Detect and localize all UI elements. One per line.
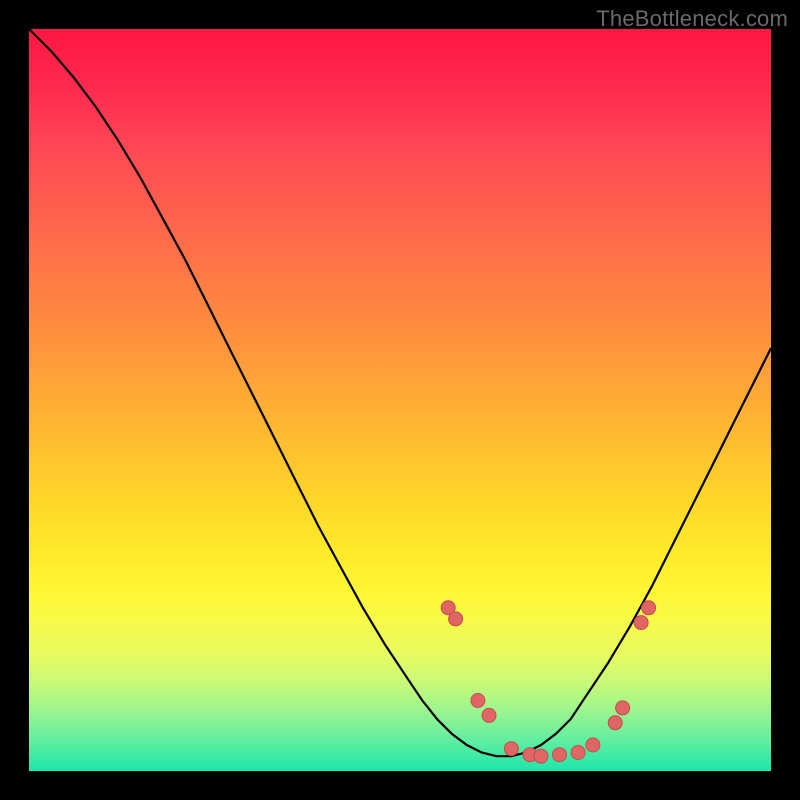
marker-dot [471,694,485,708]
bottleneck-curve [29,29,771,756]
marker-dot [534,749,548,763]
marker-dot [449,612,463,626]
marker-dot [586,738,600,752]
chart-frame: TheBottleneck.com [0,0,800,800]
marker-dot [616,701,630,715]
marker-dot [642,601,656,615]
marker-dot [553,748,567,762]
watermark-text: TheBottleneck.com [596,6,788,32]
marker-dot [608,716,622,730]
chart-svg [29,29,771,771]
marker-dot [504,742,518,756]
marker-dot [634,616,648,630]
marker-dot [482,708,496,722]
marker-dot [571,746,585,760]
chart-plot-area [29,29,771,771]
